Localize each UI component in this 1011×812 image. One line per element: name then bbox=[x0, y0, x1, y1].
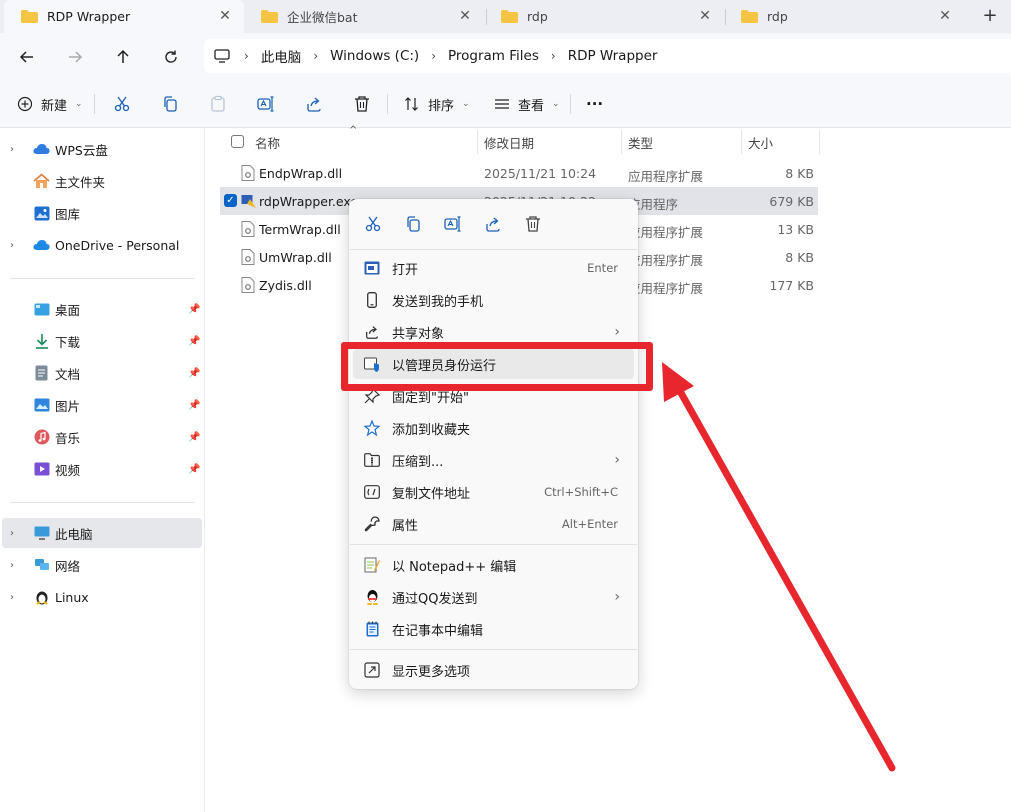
annotation-arrow-icon bbox=[662, 362, 896, 772]
